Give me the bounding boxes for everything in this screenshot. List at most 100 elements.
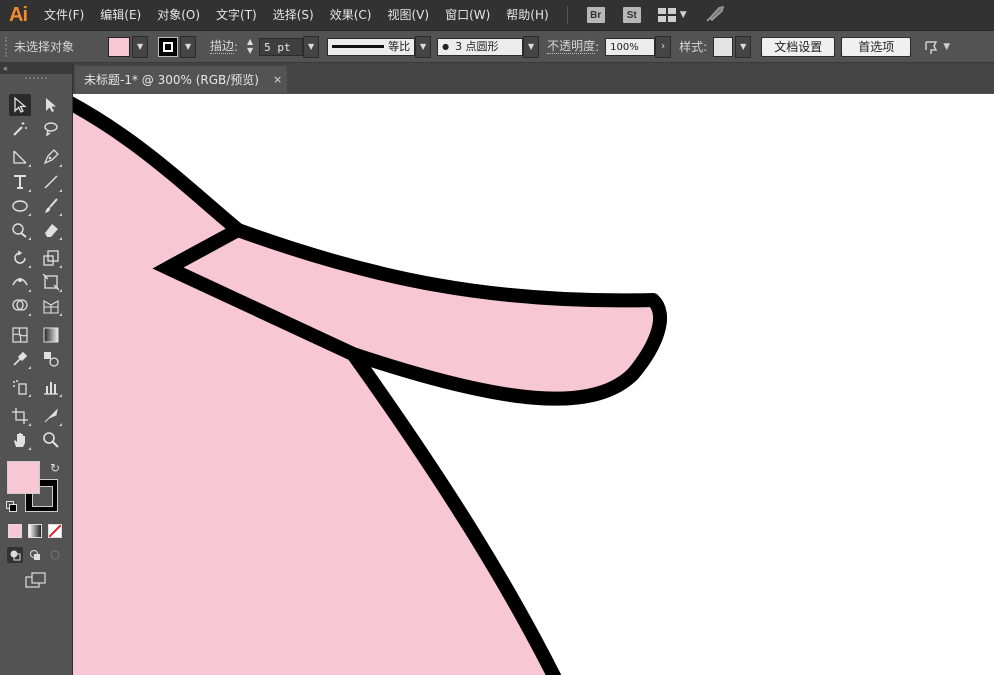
stroke-indicator [163, 41, 174, 52]
bridge-button[interactable]: Br [586, 7, 605, 23]
menu-edit[interactable]: 编辑(E) [92, 0, 149, 30]
style-dropdown[interactable]: ▼ [735, 35, 752, 58]
draw-behind-button[interactable] [27, 547, 43, 563]
magnifier-icon [43, 432, 59, 448]
shape-builder-tool[interactable] [9, 295, 31, 317]
scale-icon [43, 250, 59, 266]
opacity-arrow[interactable]: › [655, 35, 672, 58]
perspective-grid-tool[interactable] [40, 295, 62, 317]
brush-dropdown[interactable]: ▼ [523, 35, 540, 58]
arrange-documents-button[interactable]: ▼ [923, 39, 950, 55]
shape-builder-icon [12, 299, 28, 311]
hand-tool[interactable] [9, 429, 31, 451]
shaper-icon [12, 223, 27, 238]
line-angle-icon [13, 150, 27, 164]
profile-dropdown[interactable]: ▼ [415, 35, 432, 58]
blend-icon [44, 352, 59, 367]
symbol-sprayer-tool[interactable] [9, 376, 31, 398]
lasso-icon [44, 122, 58, 137]
menu-window[interactable]: 窗口(W) [437, 0, 498, 30]
colon: : [595, 39, 600, 54]
shaper-tool[interactable] [9, 219, 31, 241]
swap-fill-stroke-icon[interactable]: ↻ [50, 461, 60, 475]
panel-grip[interactable] [5, 36, 11, 57]
width-tool[interactable] [9, 271, 31, 293]
menu-view[interactable]: 视图(V) [379, 0, 437, 30]
rotate-icon [14, 250, 26, 264]
fill-dropdown[interactable]: ▼ [132, 35, 149, 58]
pen-nib-icon [43, 149, 59, 165]
close-icon[interactable]: × [273, 73, 282, 86]
type-tool[interactable] [9, 171, 31, 193]
menu-type[interactable]: 文字(T) [208, 0, 265, 30]
paintbrush-tool[interactable] [40, 195, 62, 217]
column-graph-tool[interactable] [40, 376, 62, 398]
stroke-dropdown[interactable]: ▼ [180, 35, 197, 58]
arrow-cursor-icon [14, 96, 27, 113]
none-mode-button[interactable] [48, 524, 62, 538]
slice-tool[interactable] [40, 405, 62, 427]
menu-file[interactable]: 文件(F) [36, 0, 92, 30]
direct-selection-tool[interactable] [40, 94, 62, 116]
document-setup-button[interactable]: 文档设置 [761, 36, 836, 57]
brush-definition[interactable]: ● 3 点圆形 [437, 37, 524, 56]
fill-color-box[interactable] [7, 461, 40, 494]
selection-tool[interactable] [9, 94, 31, 116]
scale-tool[interactable] [40, 247, 62, 269]
stroke-label[interactable]: 描边 [210, 39, 235, 54]
stroke-weight-input[interactable]: 5 pt [259, 37, 304, 56]
menu-bar: Ai 文件(F) 编辑(E) 对象(O) 文字(T) 选择(S) 效果(C) 视… [0, 0, 994, 31]
variable-width-profile[interactable]: 等比 [327, 37, 416, 56]
collapse-panel-button[interactable]: « [0, 63, 72, 74]
magic-wand-tool[interactable] [9, 118, 31, 140]
colon: : [234, 39, 239, 54]
free-transform-icon [42, 273, 60, 291]
gpu-performance-button[interactable] [705, 5, 725, 26]
screen-mode-button[interactable] [25, 571, 47, 589]
eraser-tool[interactable] [40, 219, 62, 241]
ellipse-tool[interactable] [9, 195, 31, 217]
default-colors-icon[interactable] [6, 501, 17, 512]
ellipse-icon [12, 200, 28, 212]
gradient-mode-button[interactable] [28, 524, 42, 538]
workspace-switcher[interactable]: ▼ [657, 8, 687, 22]
menu-object[interactable]: 对象(O) [149, 0, 208, 30]
colon: : [703, 39, 708, 54]
eyedropper-tool[interactable] [9, 348, 31, 370]
bar-graph-icon [44, 382, 58, 395]
blend-tool[interactable] [40, 348, 62, 370]
graphic-style-swatch[interactable] [713, 36, 734, 57]
gradient-tool[interactable] [40, 324, 62, 346]
stock-button[interactable]: St [622, 7, 641, 23]
panel-grip[interactable] [0, 77, 72, 85]
stroke-weight-dropdown[interactable]: ▼ [303, 35, 320, 58]
rotate-tool[interactable] [9, 247, 31, 269]
fill-color-swatch[interactable] [108, 36, 131, 57]
mesh-tool[interactable] [9, 324, 31, 346]
zoom-tool[interactable] [40, 429, 62, 451]
menu-select[interactable]: 选择(S) [265, 0, 322, 30]
free-transform-tool[interactable] [40, 271, 62, 293]
preferences-button[interactable]: 首选项 [841, 36, 912, 57]
menu-effect[interactable]: 效果(C) [322, 0, 380, 30]
pen-tool[interactable] [40, 146, 62, 168]
stroke-weight-stepper[interactable]: ▲ ▼ [244, 37, 256, 57]
app-logo: Ai [9, 3, 28, 26]
menu-help[interactable]: 帮助(H) [498, 0, 556, 30]
document-tab[interactable]: 未标题-1* @ 300% (RGB/预览) × [75, 66, 287, 93]
artboard-tool[interactable] [9, 405, 31, 427]
color-mode-button[interactable] [8, 524, 22, 538]
draw-inside-button[interactable] [47, 547, 63, 563]
artboard-canvas[interactable] [73, 94, 994, 675]
style-label: 样式 [679, 40, 704, 54]
opacity-label[interactable]: 不透明度 [547, 39, 596, 54]
draw-normal-button[interactable] [7, 547, 23, 563]
stroke-color-swatch[interactable] [158, 36, 179, 57]
lasso-tool[interactable] [40, 118, 62, 140]
line-segment-tool[interactable] [40, 171, 62, 193]
profile-line-preview [332, 45, 385, 48]
pin-icon [925, 40, 938, 54]
opacity-input[interactable]: 100% [605, 37, 656, 56]
pen-tool-line[interactable] [9, 146, 31, 168]
type-t-icon [14, 175, 26, 189]
